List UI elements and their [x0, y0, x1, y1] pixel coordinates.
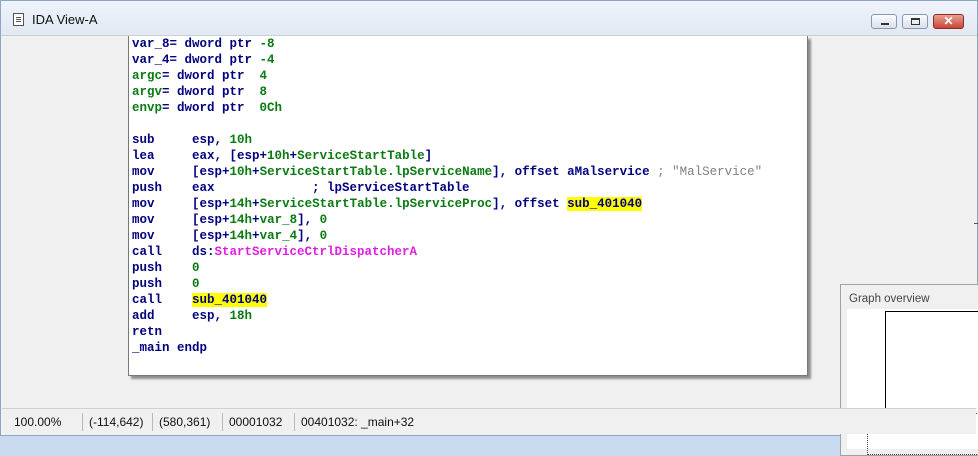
code-token: var_4 [132, 53, 170, 67]
code-line[interactable]: argv= dword ptr 8 [132, 84, 267, 100]
code-token: -8 [259, 37, 275, 51]
code-token: lea eax, [esp+ [132, 149, 268, 163]
code-token: 0 [192, 261, 200, 275]
code-line[interactable]: var_4= dword ptr -4 [132, 52, 275, 68]
code-token: 14h [229, 229, 253, 243]
code-line[interactable]: envp= dword ptr 0Ch [132, 100, 282, 116]
code-token: + [252, 165, 260, 179]
code-token: 10h [267, 149, 290, 163]
code-token: ], [297, 213, 320, 227]
minimize-icon [881, 23, 889, 25]
status-bar: 100.00% (-114,642) (580,361) 00001032 00… [2, 408, 976, 434]
disassembly-code-block[interactable]: var_8= dword ptr -8 var_4= dword ptr -4 ar… [128, 36, 808, 376]
code-token: ServiceStartTable [297, 149, 425, 163]
code-line[interactable]: push 0 [132, 260, 200, 276]
code-token: 14h [229, 213, 253, 227]
code-token: 8 [259, 85, 268, 99]
code-line[interactable]: call sub_401040 [132, 292, 268, 308]
code-token: + [289, 149, 298, 163]
code-token: 4 [259, 69, 268, 83]
code-token: sub esp, [132, 133, 230, 147]
code-token: _main endp [132, 341, 208, 355]
close-icon: ✕ [943, 14, 954, 28]
code-line[interactable]: add esp, 18h [132, 308, 252, 324]
code-token: var_8 [259, 213, 298, 227]
document-icon [13, 13, 24, 26]
code-token: mov [esp+ [132, 165, 230, 179]
code-token: 0 [319, 213, 328, 227]
code-token: 18h [229, 309, 253, 323]
status-mouse-coords: (580,361) [152, 413, 222, 431]
code-line[interactable]: mov [esp+14h+var_4], 0 [132, 228, 327, 244]
title-bar[interactable]: IDA View-A ✕ [1, 1, 977, 36]
code-token: = dword ptr [169, 53, 260, 67]
code-token: 10h [229, 133, 253, 147]
status-graph-coords: (-114,642) [82, 413, 150, 431]
window-title: IDA View-A [32, 12, 98, 27]
code-token: ServiceStartTable.lpServiceProc [259, 197, 493, 211]
code-token: = dword ptr [169, 37, 260, 51]
code-token: = dword ptr [162, 101, 260, 115]
maximize-button[interactable] [902, 14, 928, 29]
code-token: 0 [192, 277, 200, 291]
code-token: push eax ; lpServiceStartTable [132, 181, 470, 195]
code-token: + [252, 197, 260, 211]
code-token: mov [esp+ [132, 229, 230, 243]
code-token: envp [132, 101, 163, 115]
code-token: push [132, 261, 193, 275]
code-token: + [252, 213, 260, 227]
code-token[interactable]: StartServiceCtrlDispatcherA [215, 245, 418, 259]
code-token: push [132, 277, 193, 291]
code-line[interactable]: push 0 [132, 276, 200, 292]
code-token: ], [297, 229, 320, 243]
code-token: retn [132, 325, 163, 339]
code-line[interactable]: retn [132, 324, 162, 340]
code-token: ; "MalService" [657, 165, 763, 179]
status-zoom: 100.00% [14, 415, 62, 429]
code-token: argv [132, 85, 163, 99]
code-token: -4 [259, 53, 275, 67]
status-location: 00401032: _main+32 [294, 413, 434, 431]
code-line[interactable]: call ds:StartServiceCtrlDispatcherA [132, 244, 417, 260]
code-token: = dword ptr [162, 85, 260, 99]
code-token: var_4 [259, 229, 298, 243]
code-line[interactable]: mov [esp+14h+ServiceStartTable.lpService… [132, 196, 643, 212]
code-line[interactable]: mov [esp+10h+ServiceStartTable.lpService… [132, 164, 762, 180]
code-token: add esp, [132, 309, 230, 323]
code-token: + [252, 229, 260, 243]
code-line[interactable]: argc= dword ptr 4 [132, 68, 267, 84]
code-line[interactable]: _main endp [132, 340, 207, 356]
code-token: 14h [229, 197, 253, 211]
code-token: ] [424, 149, 433, 163]
code-token: 10h [229, 165, 253, 179]
code-token: 0Ch [259, 101, 283, 115]
ida-view-window: IDA View-A ✕ var_8= dword ptr -8 var_4= d… [0, 0, 978, 456]
resize-handle-icon[interactable] [973, 219, 978, 239]
maximize-icon [911, 18, 920, 25]
highlighted-symbol[interactable]: sub_401040 [567, 197, 643, 211]
code-token: call ds: [132, 245, 215, 259]
highlighted-symbol[interactable]: sub_401040 [192, 293, 268, 307]
code-line[interactable]: mov [esp+14h+var_8], 0 [132, 212, 327, 228]
code-token: ], offset aMalservice [492, 165, 658, 179]
code-token: = dword ptr [162, 69, 260, 83]
code-line[interactable]: sub esp, 10h [132, 132, 252, 148]
code-token: ServiceStartTable.lpServiceName [259, 165, 493, 179]
code-line[interactable]: var_8= dword ptr -8 [132, 36, 275, 52]
code-token: 0 [319, 229, 328, 243]
code-token: mov [esp+ [132, 213, 230, 227]
code-token: mov [esp+ [132, 197, 230, 211]
code-token: call [132, 293, 193, 307]
code-token: var_8 [132, 37, 170, 51]
code-line[interactable]: lea eax, [esp+10h+ServiceStartTable] [132, 148, 432, 164]
close-button[interactable]: ✕ [933, 14, 964, 29]
graph-overview-title: Graph overview [849, 293, 930, 305]
code-token: argc [132, 69, 163, 83]
status-file-offset: 00001032 [222, 413, 292, 431]
minimize-button[interactable] [871, 14, 897, 29]
disassembly-area[interactable]: var_8= dword ptr -8 var_4= dword ptr -4 ar… [2, 36, 978, 456]
code-token: ], offset [492, 197, 568, 211]
code-line[interactable]: push eax ; lpServiceStartTable [132, 180, 470, 196]
